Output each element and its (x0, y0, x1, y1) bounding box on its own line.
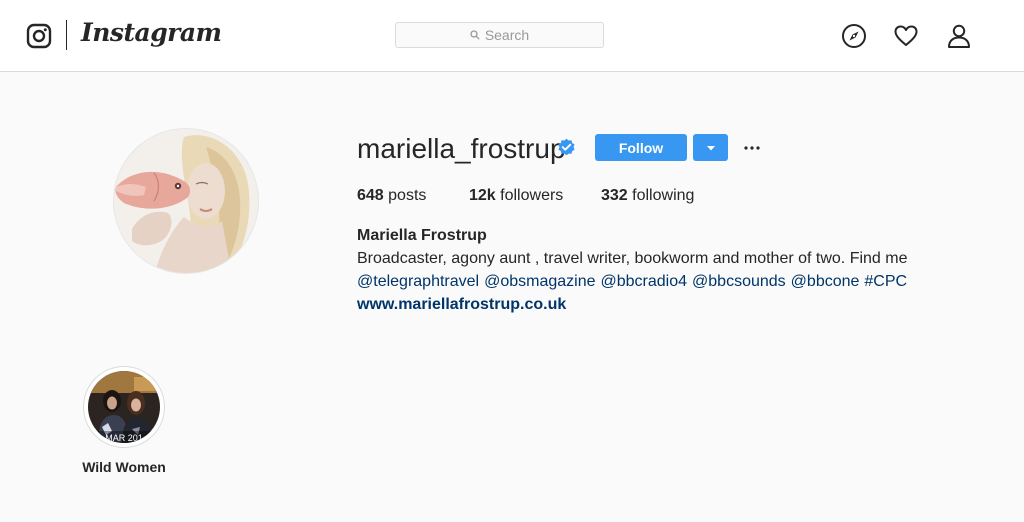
chevron-down-icon (706, 145, 715, 150)
posts-count: 648 (357, 187, 384, 204)
person-icon[interactable] (946, 23, 972, 49)
hashtag-link[interactable]: #CPC (864, 273, 907, 290)
mention-link[interactable]: @bbcone (791, 273, 860, 290)
logo-divider (66, 20, 67, 50)
following-count: 332 (601, 187, 628, 204)
search-placeholder: Search (484, 27, 530, 43)
top-nav: Instagram Search (0, 0, 1024, 72)
verified-badge-icon (557, 138, 576, 157)
profile-full-name: Mariella Frostrup (357, 227, 487, 244)
highlight-label[interactable]: Wild Women (70, 459, 178, 475)
heart-icon[interactable] (893, 23, 919, 49)
posts-label: posts (388, 187, 427, 204)
profile-username: mariella_frostrup (357, 133, 566, 164)
search-icon (470, 30, 480, 40)
followers-stat[interactable]: 12k followers (469, 185, 563, 207)
followers-count: 12k (469, 187, 496, 204)
compass-icon[interactable] (841, 23, 867, 49)
following-label: following (632, 187, 695, 204)
website-link[interactable]: www.mariellafrostrup.co.uk (357, 294, 566, 316)
profile-avatar[interactable] (113, 128, 259, 274)
followers-label: followers (500, 187, 564, 204)
mention-link[interactable]: @bbcradio4 (601, 273, 688, 290)
mention-link[interactable]: @telegraphtravel (357, 273, 479, 290)
profile-bio: Broadcaster, agony aunt , travel writer,… (357, 250, 908, 267)
suggested-dropdown-button[interactable] (693, 134, 728, 161)
search-input[interactable]: Search (395, 22, 604, 48)
mention-link[interactable]: @bbcsounds (692, 273, 786, 290)
highlight-thumbnail[interactable]: MAR 201 (88, 371, 160, 443)
bio-mentions: @telegraphtravel @obsmagazine @bbcradio4 @b… (357, 271, 912, 293)
follow-button[interactable]: Follow (595, 134, 687, 161)
following-stat[interactable]: 332 following (601, 185, 694, 207)
mention-link[interactable]: @obsmagazine (484, 273, 595, 290)
camera-logo-icon[interactable] (26, 23, 52, 49)
more-options-button[interactable] (738, 138, 766, 158)
instagram-wordmark[interactable]: Instagram (81, 18, 222, 47)
ellipsis-icon (744, 146, 760, 150)
posts-stat: 648 posts (357, 185, 426, 207)
